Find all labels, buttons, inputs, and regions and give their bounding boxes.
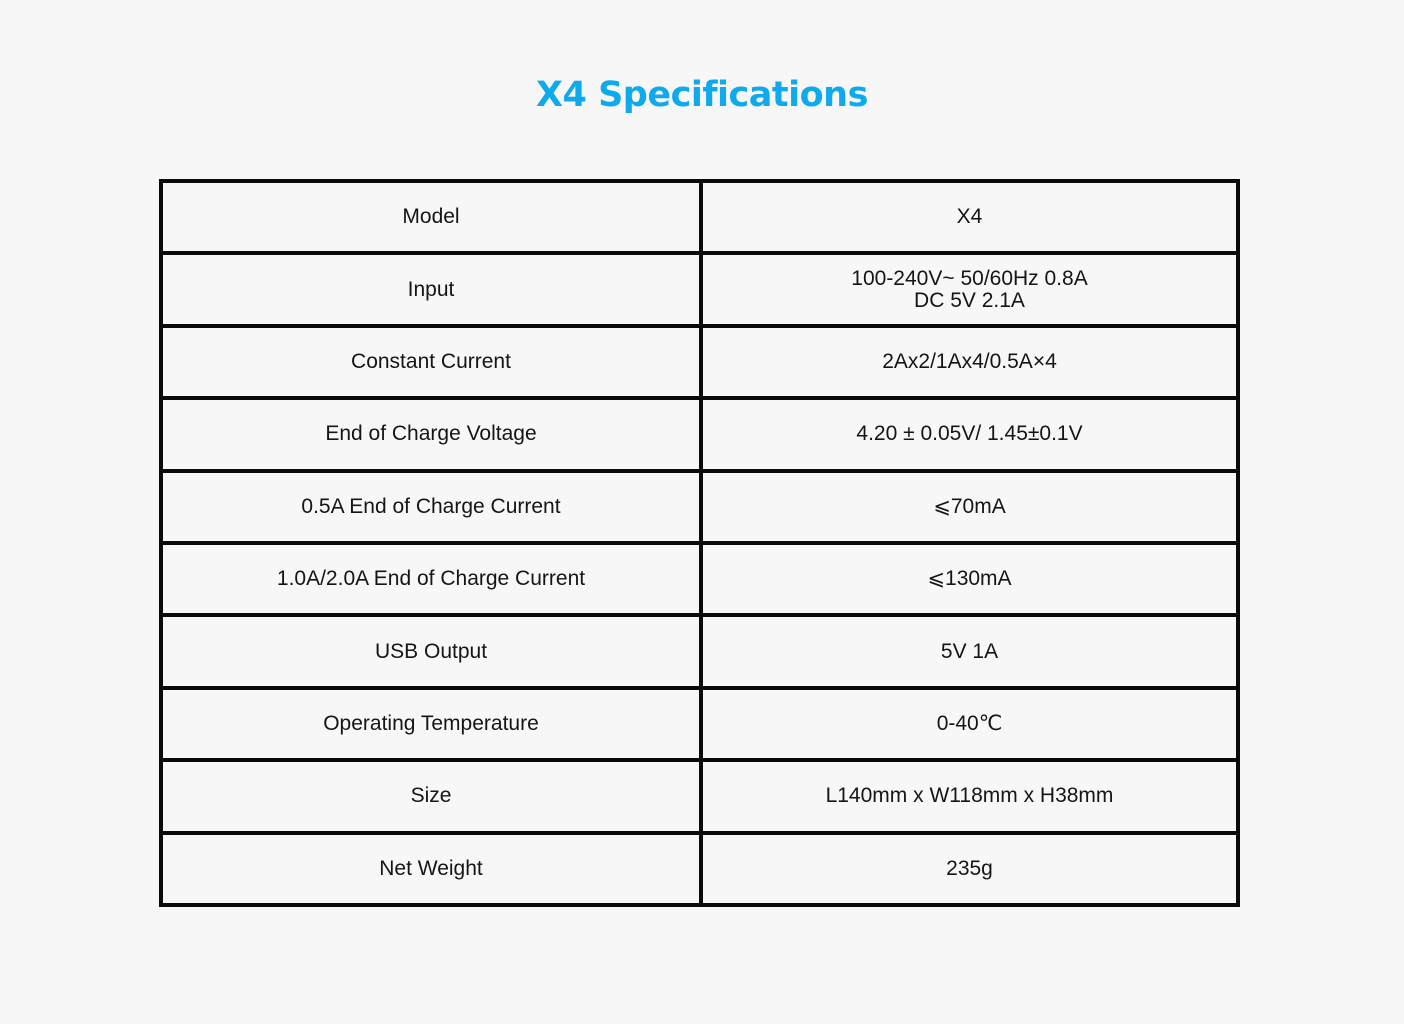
table-row-operating-temperature: Operating Temperature 0-40℃	[159, 685, 1240, 763]
table-row-end-of-charge-current-05a: 0.5A End of Charge Current ⩽70mA	[159, 468, 1240, 545]
spec-value-line: 0-40℃	[936, 711, 1003, 735]
spec-label: Constant Current	[159, 323, 703, 401]
spec-label: 1.0A/2.0A End of Charge Current	[159, 540, 703, 618]
spec-label: Model	[159, 178, 703, 256]
spec-value: 0-40℃	[699, 685, 1240, 763]
spec-value-line: 100-240V~ 50/60Hz 0.8A	[851, 266, 1088, 290]
specifications-table: Model X4 Input 100-240V~ 50/60Hz 0.8A DC…	[159, 178, 1240, 908]
spec-value: 2Ax2/1Ax4/0.5A×4	[699, 323, 1240, 401]
spec-label: 0.5A End of Charge Current	[159, 468, 703, 545]
spec-value: ⩽130mA	[699, 540, 1240, 618]
spec-value-line: ⩽70mA	[933, 494, 1006, 518]
spec-value-line: 5V 1A	[940, 639, 999, 663]
spec-value-line: DC 5V 2.1A	[914, 288, 1025, 312]
table-row-usb-output: USB Output 5V 1A	[159, 613, 1240, 690]
spec-value: 100-240V~ 50/60Hz 0.8A DC 5V 2.1A	[699, 251, 1240, 328]
spec-value: ⩽70mA	[699, 468, 1240, 545]
spec-value-line: 2Ax2/1Ax4/0.5A×4	[882, 349, 1057, 373]
spec-value: 4.20 ± 0.05V/ 1.45±0.1V	[699, 396, 1240, 473]
spec-value: 5V 1A	[699, 613, 1240, 690]
spec-label: Operating Temperature	[159, 685, 703, 763]
spec-value: 235g	[699, 830, 1240, 908]
spec-label: End of Charge Voltage	[159, 396, 703, 473]
spec-label: Size	[159, 758, 703, 835]
table-row-input: Input 100-240V~ 50/60Hz 0.8A DC 5V 2.1A	[159, 251, 1240, 328]
table-row-constant-current: Constant Current 2Ax2/1Ax4/0.5A×4	[159, 323, 1240, 401]
table-row-net-weight: Net Weight 235g	[159, 830, 1240, 908]
spec-value-line: X4	[956, 205, 983, 229]
spec-value: X4	[699, 178, 1240, 256]
table-row-size: Size L140mm x W118mm x H38mm	[159, 758, 1240, 835]
page-title: X4 Specifications	[536, 75, 868, 115]
spec-value: L140mm x W118mm x H38mm	[699, 758, 1240, 835]
table-row-model: Model X4	[159, 178, 1240, 256]
spec-value-line: L140mm x W118mm x H38mm	[825, 784, 1114, 808]
spec-value-line: 4.20 ± 0.05V/ 1.45±0.1V	[856, 422, 1083, 446]
spec-label: Net Weight	[159, 830, 703, 908]
table-row-end-of-charge-voltage: End of Charge Voltage 4.20 ± 0.05V/ 1.45…	[159, 396, 1240, 473]
spec-value-line: 235g	[946, 856, 993, 880]
spec-value-line: ⩽130mA	[927, 567, 1012, 591]
spec-label: Input	[159, 251, 703, 328]
table-row-end-of-charge-current-1a-2a: 1.0A/2.0A End of Charge Current ⩽130mA	[159, 540, 1240, 618]
spec-label: USB Output	[159, 613, 703, 690]
